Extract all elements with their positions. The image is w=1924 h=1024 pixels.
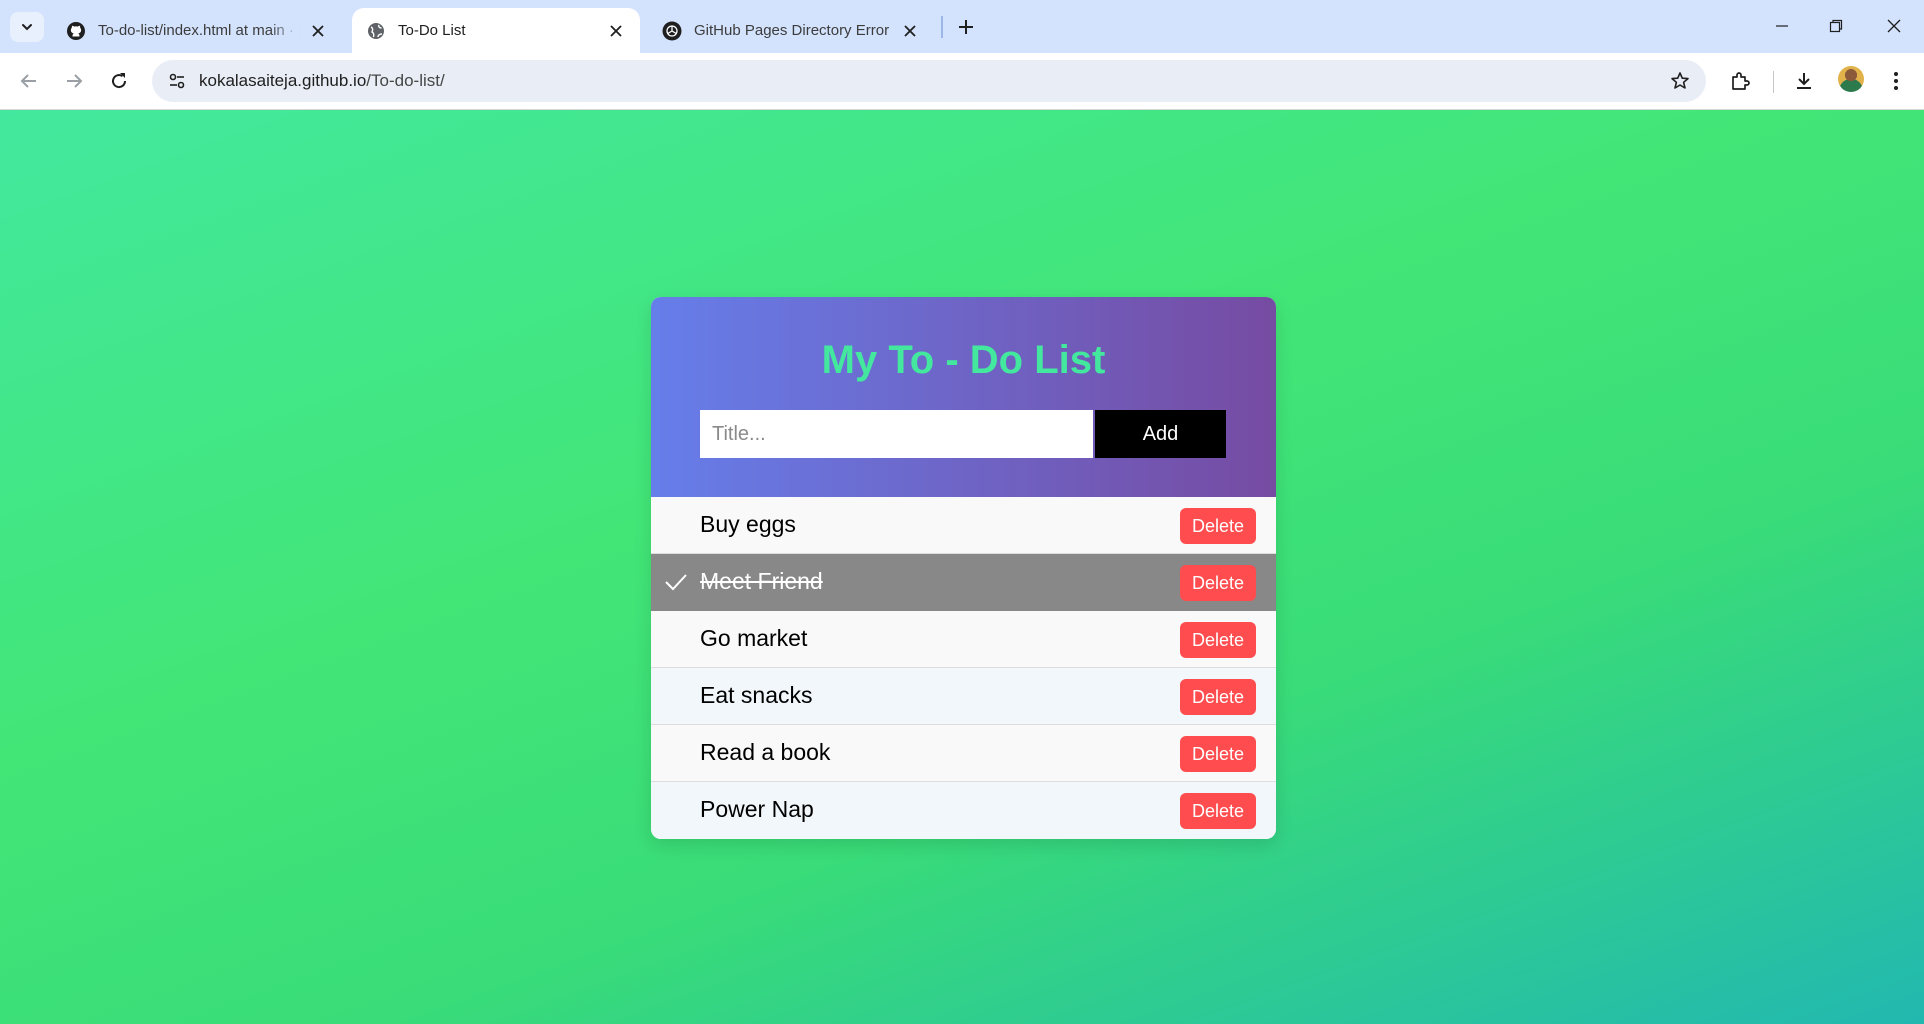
plus-icon [959, 20, 973, 34]
task-text: Go market [700, 625, 808, 651]
task-list: Buy eggs Delete Meet Friend Delete Go ma… [651, 497, 1276, 839]
task-text: Power Nap [700, 796, 814, 822]
reload-icon [112, 73, 127, 89]
reload-button[interactable] [101, 63, 137, 99]
close-icon[interactable] [308, 21, 328, 41]
checkmark-icon [665, 574, 687, 591]
todo-card: My To - Do List Add Buy eggs Delete Meet… [651, 297, 1276, 839]
tab-github[interactable]: To-do-list/index.html at main · kokalasa… [52, 8, 342, 53]
task-item-completed[interactable]: Meet Friend Delete [651, 554, 1276, 611]
url-host: kokalasaiteja.github.io [199, 71, 367, 90]
url-path: /To-do-list/ [366, 71, 445, 90]
close-icon [1887, 19, 1901, 33]
task-text: Buy eggs [700, 511, 796, 537]
task-item[interactable]: Power Nap Delete [651, 782, 1276, 839]
delete-button[interactable]: Delete [1180, 508, 1256, 544]
page-title: My To - Do List [821, 338, 1106, 382]
delete-button[interactable]: Delete [1180, 793, 1256, 829]
profile-avatar[interactable] [1838, 66, 1864, 92]
task-item[interactable]: Eat snacks Delete [651, 668, 1276, 725]
url-text[interactable]: kokalasaiteja.github.io/To-do-list/ [199, 71, 445, 91]
tab-title: To-do-list/index.html at main · kokalasa… [98, 22, 300, 39]
minimize-button[interactable] [1758, 8, 1806, 44]
task-item[interactable]: Go market Delete [651, 611, 1276, 668]
arrow-left-icon [20, 74, 36, 88]
back-button[interactable] [11, 63, 47, 99]
tab-search-button[interactable] [10, 12, 44, 42]
address-bar[interactable]: kokalasaiteja.github.io/To-do-list/ [152, 60, 1706, 102]
delete-button[interactable]: Delete [1180, 622, 1256, 658]
task-item[interactable]: Buy eggs Delete [651, 497, 1276, 554]
window-close-button[interactable] [1870, 8, 1918, 44]
tab-title: To-Do List [398, 22, 466, 39]
task-text: Meet Friend [700, 568, 823, 594]
task-item[interactable]: Read a book Delete [651, 725, 1276, 782]
extensions-icon[interactable] [1724, 65, 1756, 97]
restore-button[interactable] [1812, 8, 1860, 44]
github-icon [66, 21, 86, 41]
tab-strip: To-do-list/index.html at main · kokalasa… [0, 0, 1924, 53]
todo-header: My To - Do List Add [651, 297, 1276, 497]
forward-button[interactable] [56, 63, 92, 99]
tab-separator [941, 16, 943, 38]
tab-todo-list[interactable]: To-Do List [352, 8, 640, 53]
menu-dots-icon[interactable] [1880, 65, 1912, 97]
restore-icon [1829, 19, 1843, 33]
task-text: Eat snacks [700, 682, 813, 708]
close-icon[interactable] [606, 21, 626, 41]
delete-button[interactable]: Delete [1180, 736, 1256, 772]
download-icon[interactable] [1788, 65, 1820, 97]
close-icon[interactable] [900, 21, 920, 41]
chevron-down-icon [22, 24, 32, 31]
new-tab-button[interactable] [951, 12, 981, 42]
delete-button[interactable]: Delete [1180, 565, 1256, 601]
task-text: Read a book [700, 739, 831, 765]
site-settings-icon[interactable] [161, 65, 193, 97]
tab-title: GitHub Pages Directory Error [694, 22, 890, 39]
openai-icon [662, 21, 682, 41]
minimize-icon [1776, 25, 1788, 27]
bookmark-star-icon[interactable] [1666, 67, 1694, 95]
delete-button[interactable]: Delete [1180, 679, 1256, 715]
arrow-right-icon [67, 74, 83, 88]
add-button[interactable]: Add [1095, 410, 1226, 458]
tab-github-pages-error[interactable]: GitHub Pages Directory Error [648, 8, 934, 53]
task-title-input[interactable] [700, 410, 1093, 458]
page-background: My To - Do List Add Buy eggs Delete Meet… [0, 110, 1924, 1024]
globe-icon [366, 21, 386, 41]
toolbar-divider [1773, 71, 1774, 93]
browser-toolbar: kokalasaiteja.github.io/To-do-list/ [0, 53, 1924, 110]
